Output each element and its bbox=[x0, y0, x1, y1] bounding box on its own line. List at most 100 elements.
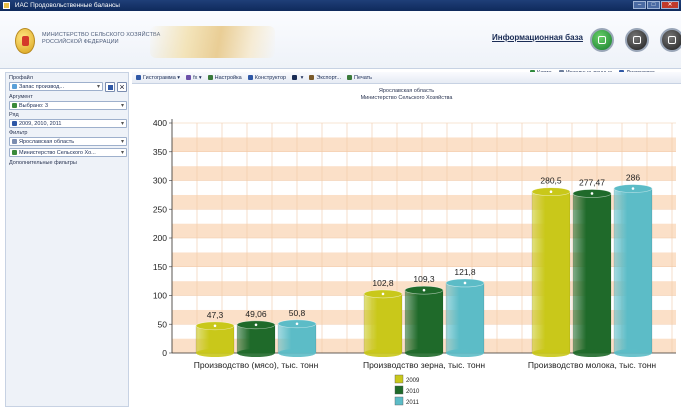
chart-area: Ярославская область Министерство Сельско… bbox=[132, 85, 681, 409]
bar-base bbox=[364, 349, 402, 357]
window-title-bar: ИАС Продовольственные балансы – □ ✕ bbox=[0, 0, 681, 11]
y-tick-label: 250 bbox=[153, 204, 167, 214]
argument-select[interactable]: Выбрано: 3 bbox=[9, 101, 127, 110]
source-icon bbox=[12, 150, 17, 156]
grid-band bbox=[172, 151, 676, 167]
data-label: 50,8 bbox=[289, 308, 306, 318]
category-label: Производство (мясо), тыс. тонн bbox=[194, 360, 319, 370]
print-icon bbox=[347, 74, 353, 80]
toolbar-item-print[interactable]: Печать bbox=[347, 75, 372, 81]
argument-label: Аргумент bbox=[9, 94, 33, 100]
data-label: 47,3 bbox=[207, 310, 224, 320]
data-label: 109,3 bbox=[413, 274, 435, 284]
data-label: 277,47 bbox=[579, 177, 605, 187]
y-tick-label: 100 bbox=[153, 291, 167, 301]
export-icon bbox=[309, 74, 315, 80]
legend-label: 2009 bbox=[406, 378, 420, 384]
toolbar-item-constructor[interactable]: Конструктор bbox=[247, 74, 287, 81]
filter-icon bbox=[12, 139, 17, 145]
y-tick-label: 200 bbox=[153, 233, 167, 243]
grid-band bbox=[172, 137, 676, 152]
ministry-name: МИНИСТЕРСТВО СЕЛЬСКОГО ХОЗЯЙСТВА РОССИЙС… bbox=[42, 32, 160, 45]
toolbar-item-formula[interactable]: fx ▾ bbox=[186, 75, 202, 81]
row-label: Ряд bbox=[9, 112, 19, 118]
wheat-illustration bbox=[150, 26, 275, 58]
y-tick-label: 400 bbox=[153, 118, 167, 128]
legend-label: 2010 bbox=[406, 389, 420, 395]
toolbar-item-label: Экспорт... bbox=[316, 74, 342, 81]
minimize-button[interactable]: – bbox=[633, 1, 646, 9]
bar-base bbox=[614, 349, 652, 357]
row-value: 2009, 2010, 2011 bbox=[19, 121, 62, 127]
sort-icon bbox=[292, 74, 298, 80]
y-tick-label: 50 bbox=[158, 319, 168, 329]
bar-point bbox=[590, 192, 594, 195]
export-round-button[interactable] bbox=[660, 28, 681, 52]
grid-band bbox=[172, 123, 676, 138]
region-filter-value: Ярославская область bbox=[19, 139, 75, 145]
bar-base bbox=[405, 349, 443, 357]
print-icon bbox=[633, 36, 641, 44]
window-title: ИАС Продовольственные балансы bbox=[14, 2, 120, 9]
row-select[interactable]: 2009, 2010, 2011 bbox=[9, 119, 127, 128]
document-icon bbox=[668, 36, 676, 44]
y-tick-label: 150 bbox=[153, 262, 167, 272]
infobase-link[interactable]: Информационная база bbox=[492, 33, 583, 42]
legend-swatch bbox=[394, 385, 404, 395]
bar-point bbox=[254, 323, 258, 327]
source-filter-select[interactable]: Министерство Сельского Хо... bbox=[9, 148, 127, 157]
toolbar-item-label: Конструктор bbox=[254, 74, 287, 81]
bar-base bbox=[532, 349, 570, 357]
toolbar-item-settings[interactable]: Настройка bbox=[207, 75, 242, 81]
bar-2010-2 bbox=[572, 193, 612, 354]
ministry-emblem-icon bbox=[15, 28, 35, 54]
header-banner: МИНИСТЕРСТВО СЕЛЬСКОГО ХОЗЯЙСТВА РОССИЙС… bbox=[0, 11, 681, 76]
y-tick-label: 0 bbox=[162, 348, 167, 358]
data-label: 49,06 bbox=[245, 309, 267, 319]
bar-2010-1 bbox=[404, 289, 444, 354]
checklist-icon bbox=[12, 103, 17, 109]
profile-label: Профайл bbox=[9, 75, 33, 81]
close-button[interactable]: ✕ bbox=[661, 1, 679, 9]
data-label: 121,8 bbox=[454, 267, 476, 277]
save-profile-button[interactable] bbox=[105, 82, 115, 92]
bar-2011-1 bbox=[445, 282, 485, 354]
bar-point bbox=[422, 288, 426, 292]
toolbar-item-sort[interactable]: ▾ bbox=[292, 75, 303, 81]
extra-filters-link[interactable]: Дополнительные фильтры bbox=[9, 160, 128, 166]
profile-select[interactable]: Запас производ... bbox=[9, 82, 103, 91]
profile-value: Запас производ... bbox=[19, 84, 64, 90]
app-icon bbox=[3, 1, 10, 9]
formula-icon bbox=[186, 74, 192, 80]
histogram-icon bbox=[136, 74, 141, 80]
bar-base bbox=[278, 349, 316, 357]
refresh-round-button[interactable] bbox=[590, 28, 614, 52]
print-round-button[interactable] bbox=[625, 28, 649, 52]
chevron-down-icon: ▾ bbox=[197, 74, 202, 81]
bar-base bbox=[446, 349, 484, 357]
bar-base bbox=[237, 349, 275, 357]
delete-profile-button[interactable]: × bbox=[117, 82, 127, 92]
y-tick-label: 350 bbox=[153, 147, 167, 157]
profile-icon bbox=[12, 84, 17, 90]
toolbar-item-export[interactable]: Экспорт... bbox=[309, 75, 341, 81]
region-filter-select[interactable]: Ярославская область bbox=[9, 137, 127, 146]
category-label: Производство молока, тыс. тонн bbox=[528, 360, 656, 370]
toolbar-item-histogram[interactable]: Гистограмма ▾ bbox=[136, 75, 180, 81]
y-tick-label: 300 bbox=[153, 176, 167, 186]
data-label: 280,5 bbox=[540, 176, 562, 186]
maximize-button[interactable]: □ bbox=[647, 1, 660, 9]
argument-value: Выбрано: 3 bbox=[19, 103, 49, 109]
constructor-icon bbox=[247, 74, 253, 80]
toolbar-item-label: Гистограмма bbox=[143, 74, 176, 81]
chevron-down-icon: ▾ bbox=[299, 74, 304, 81]
bar-2011-2 bbox=[613, 188, 653, 354]
bar-point bbox=[549, 190, 553, 194]
data-label: 286 bbox=[626, 173, 640, 183]
category-label: Производство зерна, тыс. тонн bbox=[363, 360, 485, 370]
bar-point bbox=[295, 322, 299, 326]
data-label: 102,8 bbox=[372, 278, 394, 288]
chevron-down-icon: ▾ bbox=[175, 74, 181, 81]
bar-point bbox=[463, 281, 467, 285]
bar-2009-2 bbox=[531, 191, 571, 354]
